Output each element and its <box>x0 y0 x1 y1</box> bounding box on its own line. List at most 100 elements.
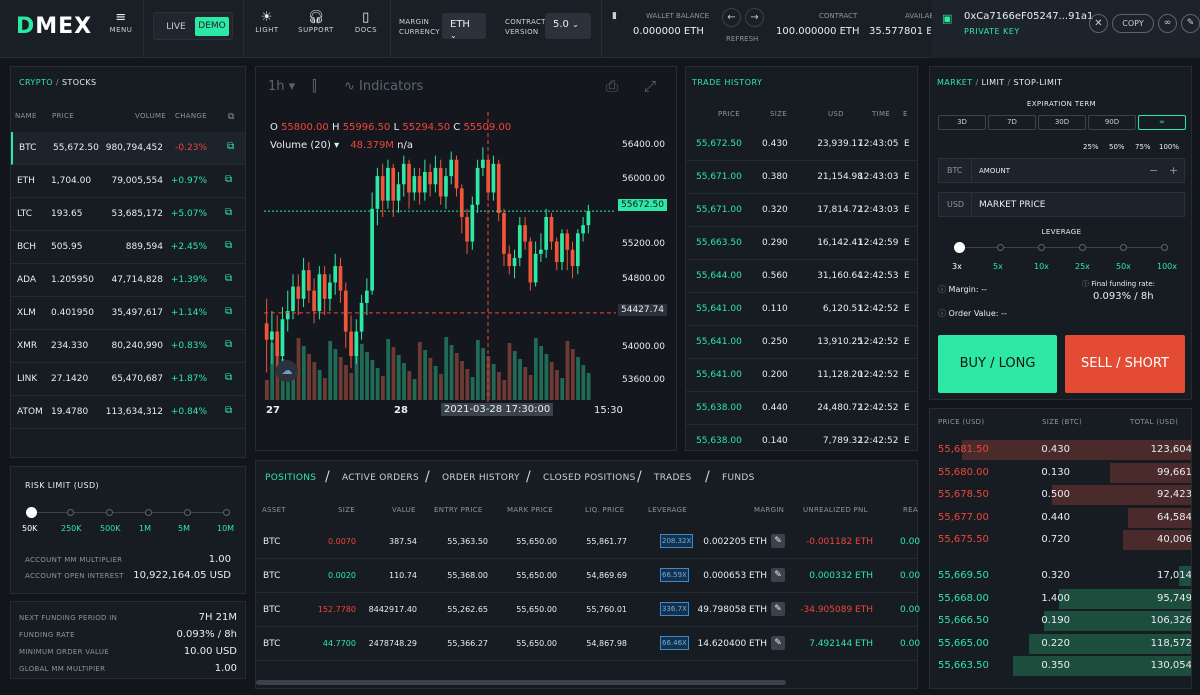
private-key-link[interactable]: PRIVATE KEY <box>964 27 1020 36</box>
risk-level-dot[interactable] <box>67 509 74 516</box>
risk-level-label[interactable]: 500K <box>100 524 121 533</box>
positions-tab[interactable]: FUNDS <box>722 473 755 483</box>
bid-row[interactable]: 55,669.50 0.320 17,014 <box>930 565 1191 587</box>
position-row[interactable]: BTC 44.7700 2478748.29 55,366.27 55,650.00 54… <box>256 627 920 661</box>
contract-version-select[interactable]: 5.0 ⌄ <box>545 13 591 39</box>
external-link-icon[interactable]: ⧉ <box>225 306 232 317</box>
close-icon[interactable]: ✕ <box>1089 14 1108 33</box>
leverage-level-dot[interactable] <box>1161 244 1168 251</box>
external-link-icon[interactable]: ⧉ <box>225 405 232 416</box>
market-row[interactable]: ETH 1,704.00 79,005,554 +0.97% ⧉ <box>11 165 245 198</box>
risk-level-dot[interactable] <box>184 509 191 516</box>
market-row[interactable]: XMR 234.330 80,240,990 +0.83% ⧉ <box>11 330 245 363</box>
position-leverage[interactable]: 208.32X <box>660 534 694 548</box>
positions-tab[interactable]: POSITIONS <box>265 473 316 483</box>
ask-row[interactable]: 55,675.50 0.720 40,006 <box>930 529 1191 551</box>
leverage-level-label[interactable]: 50x <box>1116 262 1131 271</box>
light-theme-button[interactable]: ☀ LIGHT <box>252 10 282 34</box>
tab-separator: / <box>325 469 330 485</box>
risk-level-label[interactable]: 50K <box>22 524 37 533</box>
sell-short-button[interactable]: SELL / SHORT <box>1065 335 1185 393</box>
ask-row[interactable]: 55,678.50 0.500 92,423 <box>930 484 1191 506</box>
support-button[interactable]: 🎧︎ SUPPORT <box>296 10 336 34</box>
external-link-icon[interactable]: ⧉ <box>225 339 232 350</box>
leverage-level-dot[interactable] <box>997 244 1004 251</box>
external-link-icon[interactable]: ⧉ <box>225 174 232 185</box>
external-link-icon[interactable]: ⧉ <box>225 372 232 383</box>
bid-row[interactable]: 55,668.00 1.400 95,749 <box>930 588 1191 610</box>
bid-row[interactable]: 55,665.00 0.220 118,572 <box>930 633 1191 655</box>
edit-margin-icon[interactable]: ✎ <box>771 568 785 582</box>
tab-crypto[interactable]: CRYPTO <box>19 78 53 87</box>
risk-level-dot[interactable] <box>106 509 113 516</box>
risk-level-label[interactable]: 5M <box>178 524 190 533</box>
edit-margin-icon[interactable]: ✎ <box>771 636 785 650</box>
risk-level-label[interactable]: 1M <box>139 524 151 533</box>
market-row[interactable]: LINK 27.1420 65,470,687 +1.87% ⧉ <box>11 363 245 396</box>
refresh-button[interactable]: REFRESH <box>726 35 758 43</box>
copy-button[interactable]: COPY <box>1112 14 1154 33</box>
dmex-logo[interactable]: DMEX <box>16 14 92 39</box>
risk-limit-slider[interactable]: 50K 250K 500K 1M 5M 10M <box>11 467 247 547</box>
leverage-level-dot[interactable] <box>1038 244 1045 251</box>
horizontal-scrollbar[interactable] <box>256 680 786 685</box>
trade-usd: 24,480.72 <box>817 403 863 413</box>
leverage-slider[interactable]: 3x 5x 10x 25x 50x 100x <box>930 67 1193 277</box>
ask-row[interactable]: 55,680.00 0.130 99,661 <box>930 462 1191 484</box>
link-icon[interactable]: ∞ <box>1158 14 1177 33</box>
leverage-level-dot[interactable] <box>954 242 965 253</box>
external-link-icon[interactable]: ⧉ <box>225 207 232 218</box>
market-row[interactable]: ADA 1.205950 47,714,828 +1.39% ⧉ <box>11 264 245 297</box>
leverage-level-dot[interactable] <box>1120 244 1127 251</box>
ask-row[interactable]: 55,681.50 0.430 123,604 <box>930 439 1191 461</box>
arrow-right-icon[interactable]: → <box>745 8 764 27</box>
tab-stocks[interactable]: STOCKS <box>62 78 97 87</box>
external-link-icon[interactable]: ⧉ <box>225 273 232 284</box>
risk-level-label[interactable]: 250K <box>61 524 82 533</box>
positions-tab[interactable]: ACTIVE ORDERS <box>342 473 419 483</box>
leverage-level-label[interactable]: 100x <box>1157 262 1177 271</box>
market-row[interactable]: ATOM 19.4780 113,634,312 +0.84% ⧉ <box>11 396 245 429</box>
external-link-icon[interactable]: ⧉ <box>227 141 234 152</box>
market-row[interactable]: XLM 0.401950 35,497,617 +1.14% ⧉ <box>11 297 245 330</box>
leverage-level-label[interactable]: 25x <box>1075 262 1090 271</box>
positions-tab[interactable]: TRADES <box>654 473 692 483</box>
market-row[interactable]: BTC 55,672.50 980,794,452 -0.23% ⧉ <box>11 132 245 165</box>
market-row[interactable]: LTC 193.65 53,685,172 +5.07% ⧉ <box>11 198 245 231</box>
position-row[interactable]: BTC 0.0020 110.74 55,368.00 55,650.00 54,869.… <box>256 559 920 593</box>
leverage-level-label[interactable]: 3x <box>952 262 962 271</box>
arrow-left-icon[interactable]: ← <box>722 8 741 27</box>
live-option[interactable]: LIVE <box>160 18 192 36</box>
risk-level-dot[interactable] <box>145 509 152 516</box>
docs-button[interactable]: ▯ DOCS <box>352 10 380 34</box>
position-leverage[interactable]: 336.7X <box>660 602 689 616</box>
menu-button[interactable]: ≡ MENU <box>107 10 135 34</box>
leverage-level-dot[interactable] <box>1079 244 1086 251</box>
position-row[interactable]: BTC 152.7780 8442917.40 55,262.65 55,650.00 5… <box>256 593 920 627</box>
market-row[interactable]: BCH 505.95 889,594 +2.45% ⧉ <box>11 231 245 264</box>
edit-margin-icon[interactable]: ✎ <box>771 602 785 616</box>
positions-tab[interactable]: ORDER HISTORY <box>442 473 520 483</box>
risk-level-dot[interactable] <box>223 509 230 516</box>
bid-row[interactable]: 55,666.50 0.190 106,326 <box>930 610 1191 632</box>
demo-option[interactable]: DEMO <box>195 17 229 36</box>
position-leverage[interactable]: 66.59X <box>660 568 689 582</box>
positions-tab[interactable]: CLOSED POSITIONS <box>543 473 636 483</box>
risk-level-dot[interactable] <box>26 507 37 518</box>
live-demo-toggle[interactable]: LIVE DEMO <box>153 12 233 40</box>
buy-long-button[interactable]: BUY / LONG <box>938 335 1057 393</box>
edit-margin-icon[interactable]: ✎ <box>771 534 785 548</box>
bid-row[interactable]: 55,663.50 0.350 130,054 <box>930 655 1191 677</box>
trade-usd: 31,160.64 <box>817 271 863 281</box>
position-row[interactable]: BTC 0.0070 387.54 55,363.50 55,650.00 55,861.… <box>256 525 920 559</box>
ask-row[interactable]: 55,677.00 0.440 64,584 <box>930 507 1191 529</box>
leverage-level-label[interactable]: 10x <box>1034 262 1049 271</box>
position-leverage[interactable]: 66.46X <box>660 636 689 650</box>
margin-currency-select[interactable]: ETH ⌄ <box>442 13 486 40</box>
leverage-level-label[interactable]: 5x <box>993 262 1003 271</box>
edit-icon[interactable]: ✎ <box>1181 14 1200 33</box>
external-link-icon[interactable]: ⧉ <box>225 240 232 251</box>
risk-level-label[interactable]: 10M <box>217 524 234 533</box>
wallet-address[interactable]: 0xCa7166eF05247...91a1 <box>964 11 1093 22</box>
tradingview-logo-icon[interactable]: ☁ <box>276 360 298 382</box>
